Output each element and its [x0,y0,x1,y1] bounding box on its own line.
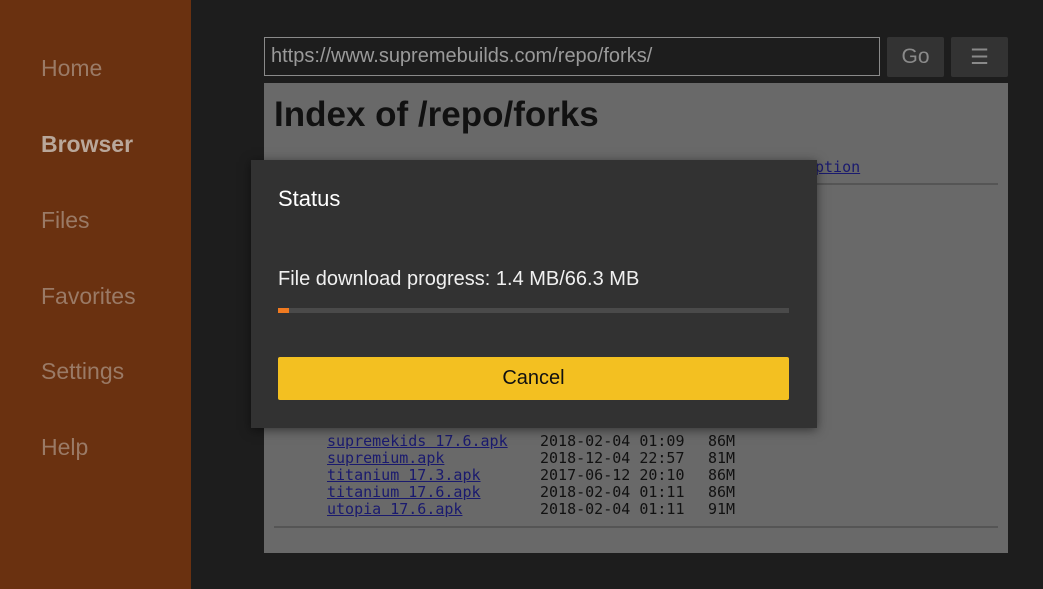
file-size: 81M [708,449,736,467]
go-button[interactable]: Go [887,37,944,77]
table-row: titanium 17.6.apk 2018-02-04 01:11 86M [327,483,735,501]
sidebar-item-home[interactable]: Home [41,55,102,82]
sidebar-item-settings[interactable]: Settings [41,358,124,385]
file-date: 2018-02-04 01:09 [540,432,685,450]
table-row: titanium 17.3.apk 2017-06-12 20:10 86M [327,466,735,484]
sidebar-item-browser[interactable]: Browser [41,131,133,158]
page-title: Index of /repo/forks [274,95,599,134]
file-size: 86M [708,483,736,501]
dialog-title: Status [278,186,341,211]
file-link[interactable]: utopia 17.6.apk [327,500,462,518]
file-link[interactable]: supremium.apk [327,449,444,467]
divider [274,526,998,528]
description-column-link[interactable]: ption [815,158,860,176]
sidebar-item-favorites[interactable]: Favorites [41,283,136,310]
progress-bar [278,308,789,313]
file-date: 2018-02-04 01:11 [540,500,685,518]
file-date: 2018-12-04 22:57 [540,449,685,467]
file-link[interactable]: supremekids 17.6.apk [327,432,508,450]
hamburger-menu-icon[interactable]: ☰ [951,37,1008,77]
sidebar-item-files[interactable]: Files [41,207,90,234]
sidebar: Home Browser Files Favorites Settings He… [0,0,191,589]
status-dialog: Status File download progress: 1.4 MB/66… [251,160,817,428]
file-size: 91M [708,500,736,518]
table-row: utopia 17.6.apk 2018-02-04 01:11 91M [327,500,735,518]
progress-fill [278,308,289,313]
progress-message: File download progress: 1.4 MB/66.3 MB [278,268,640,290]
sidebar-item-help[interactable]: Help [41,434,88,461]
cancel-button[interactable]: Cancel [278,357,789,400]
file-date: 2018-02-04 01:11 [540,483,685,501]
table-row: supremium.apk 2018-12-04 22:57 81M [327,449,735,467]
file-size: 86M [708,466,736,484]
table-row: supremekids 17.6.apk 2018-02-04 01:09 86M [327,432,735,450]
file-link[interactable]: titanium 17.3.apk [327,466,481,484]
file-link[interactable]: titanium 17.6.apk [327,483,481,501]
url-input[interactable] [264,37,880,76]
file-date: 2017-06-12 20:10 [540,466,685,484]
file-size: 86M [708,432,736,450]
